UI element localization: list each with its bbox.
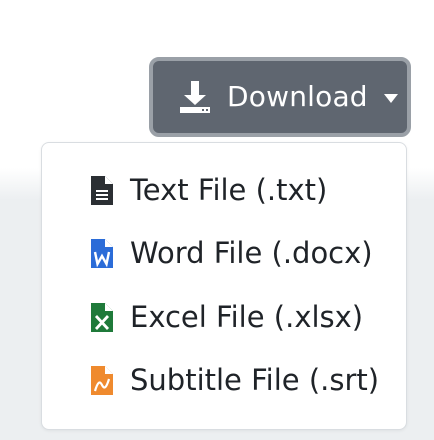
download-dropdown-menu: Text File (.txt) Word File (.docx) Excel… <box>41 142 407 430</box>
menu-item-subtitle-file[interactable]: Subtitle File (.srt) <box>90 356 379 404</box>
file-excel-icon <box>91 302 113 332</box>
menu-item-word-file[interactable]: Word File (.docx) <box>90 229 373 277</box>
file-text-icon <box>91 175 113 205</box>
menu-item-label: Text File (.txt) <box>130 172 328 207</box>
chevron-down-icon <box>383 93 398 103</box>
menu-item-label: Word File (.docx) <box>130 235 373 270</box>
download-icon <box>180 81 210 113</box>
file-subtitle-icon <box>91 365 113 395</box>
menu-item-text-file[interactable]: Text File (.txt) <box>90 166 327 214</box>
menu-item-label: Excel File (.xlsx) <box>130 299 364 334</box>
file-word-icon <box>91 238 113 268</box>
download-button[interactable]: Download <box>149 57 411 137</box>
download-button-label: Download <box>227 80 368 113</box>
menu-item-label: Subtitle File (.srt) <box>130 362 380 397</box>
menu-item-excel-file[interactable]: Excel File (.xlsx) <box>90 293 363 341</box>
